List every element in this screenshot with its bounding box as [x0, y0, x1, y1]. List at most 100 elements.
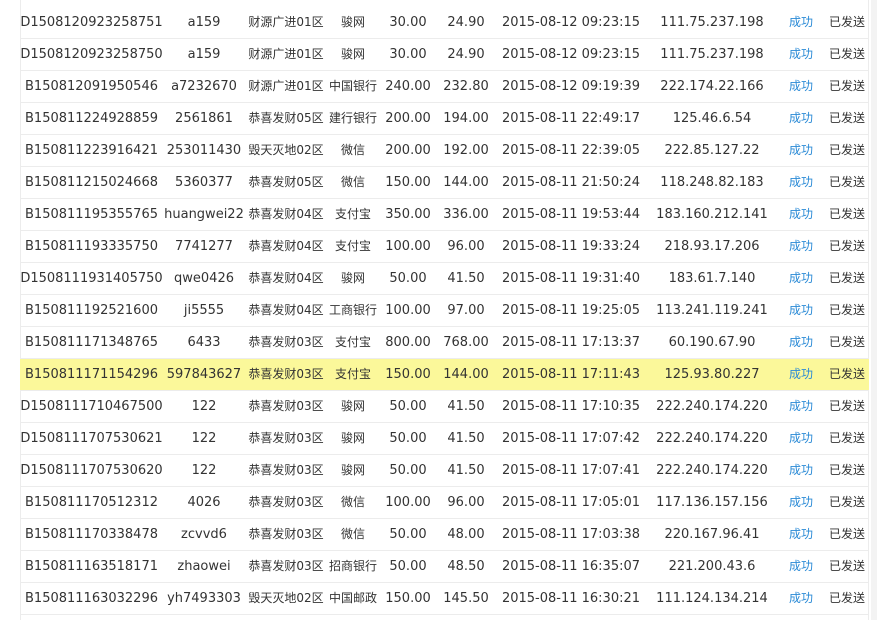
cell-time: 2015-08-11 19:31:40: [495, 262, 647, 295]
table-row[interactable]: B150811163032296 yh7493303 毁天灭地02区 中国邮政 150.…: [20, 582, 869, 615]
cell-paid: 97.00: [437, 294, 495, 327]
cell-ip: 218.93.17.206: [647, 230, 777, 263]
cell-status[interactable]: 成功: [777, 38, 825, 71]
cell-channel: 支付宝: [327, 198, 379, 231]
cell-status[interactable]: 成功: [777, 550, 825, 583]
cell-server: 恭喜发财04区: [245, 262, 327, 295]
cell-channel: 建行银行: [327, 102, 379, 135]
table-row[interactable]: B150811171154296 597843627 恭喜发财03区 支付宝 150.0…: [20, 358, 869, 391]
cell-channel: 骏网: [327, 390, 379, 423]
cell-status[interactable]: 成功: [777, 166, 825, 199]
cell-delivery: 已发送: [825, 230, 869, 263]
cell-server: 财源广进01区: [245, 70, 327, 103]
cell-server: 恭喜发财05区: [245, 102, 327, 135]
cell-amount: 150.00: [379, 166, 437, 199]
cell-status[interactable]: 成功: [777, 390, 825, 423]
cell-ip: 222.240.174.220: [647, 390, 777, 423]
cell-delivery: 已发送: [825, 550, 869, 583]
cell-status[interactable]: 成功: [777, 294, 825, 327]
cell-ip: 222.174.22.166: [647, 70, 777, 103]
cell-ip: 183.160.212.141: [647, 198, 777, 231]
cell-status[interactable]: 成功: [777, 518, 825, 551]
cell-amount: 200.00: [379, 134, 437, 167]
cell-time: 2015-08-11 22:39:05: [495, 134, 647, 167]
table-row[interactable]: B150811193335750 7741277 恭喜发财04区 支付宝 100.00 9…: [20, 230, 869, 263]
cell-server: 恭喜发财03区: [245, 454, 327, 487]
cell-delivery: 已发送: [825, 294, 869, 327]
cell-order-id: D1508111707530620: [20, 454, 163, 487]
cell-channel: 微信: [327, 134, 379, 167]
cell-paid: 41.50: [437, 262, 495, 295]
cell-paid: 768.00: [437, 326, 495, 359]
cell-account: 122: [163, 422, 245, 455]
table-row[interactable]: D1508111707530620 122 恭喜发财03区 骏网 50.00 41.50 2…: [20, 454, 869, 487]
table-row[interactable]: D1508111707530621 122 恭喜发财03区 骏网 50.00 41.50 2…: [20, 422, 869, 455]
cell-order-id: B150811163032296: [20, 582, 163, 615]
cell-time: 2015-08-11 16:30:21: [495, 582, 647, 615]
table-row[interactable]: D1508120923258750 a159 财源广进01区 骏网 30.00 24.90…: [20, 38, 869, 71]
table-row[interactable]: B150811195355765 huangwei22 恭喜发财04区 支付宝 350.…: [20, 198, 869, 231]
cell-account: 122: [163, 390, 245, 423]
cell-channel: 骏网: [327, 7, 379, 39]
cell-delivery: 已发送: [825, 326, 869, 359]
table-row[interactable]: D1508111931405750 qwe0426 恭喜发财04区 骏网 50.00 41…: [20, 262, 869, 295]
cell-order-id: B150811215024668: [20, 166, 163, 199]
cell-paid: 24.90: [437, 7, 495, 39]
table-row[interactable]: B150811192521600 ji5555 恭喜发财04区 工商银行 100.00 9…: [20, 294, 869, 327]
orders-table-body: D1508120923258751 a159 财源广进01区 骏网 30.00 24.90…: [20, 7, 869, 615]
cell-delivery: 已发送: [825, 518, 869, 551]
scrollbar-track[interactable]: [871, 0, 877, 620]
cell-channel: 骏网: [327, 454, 379, 487]
cell-ip: 183.61.7.140: [647, 262, 777, 295]
table-row[interactable]: B150811224928859 2561861 恭喜发财05区 建行银行 200.00…: [20, 102, 869, 135]
cell-ip: 111.75.237.198: [647, 38, 777, 71]
table-row[interactable]: B150811223916421 253011430 毁天灭地02区 微信 200.00…: [20, 134, 869, 167]
cell-status[interactable]: 成功: [777, 262, 825, 295]
cell-channel: 招商银行: [327, 550, 379, 583]
table-row[interactable]: B150811170338478 zcvvd6 恭喜发财03区 微信 50.00 48.0…: [20, 518, 869, 551]
cell-amount: 100.00: [379, 294, 437, 327]
table-row[interactable]: B150811171348765 6433 恭喜发财03区 支付宝 800.00 768.…: [20, 326, 869, 359]
cell-status[interactable]: 成功: [777, 102, 825, 135]
cell-channel: 微信: [327, 166, 379, 199]
cell-amount: 350.00: [379, 198, 437, 231]
cell-time: 2015-08-11 19:25:05: [495, 294, 647, 327]
table-row[interactable]: B150812091950546 a7232670 财源广进01区 中国银行 240.0…: [20, 70, 869, 103]
cell-order-id: D1508111707530621: [20, 422, 163, 455]
orders-table: D1508120923258751 a159 财源广进01区 骏网 30.00 24.90…: [20, 7, 869, 615]
table-row[interactable]: D1508120923258751 a159 财源广进01区 骏网 30.00 24.90…: [20, 7, 869, 39]
cell-order-id: B150812091950546: [20, 70, 163, 103]
cell-ip: 118.248.82.183: [647, 166, 777, 199]
cell-status[interactable]: 成功: [777, 582, 825, 615]
cell-status[interactable]: 成功: [777, 358, 825, 391]
cell-server: 恭喜发财04区: [245, 230, 327, 263]
cell-account: 7741277: [163, 230, 245, 263]
table-row[interactable]: D1508111710467500 122 恭喜发财03区 骏网 50.00 41.50 2…: [20, 390, 869, 423]
table-row[interactable]: B150811215024668 5360377 恭喜发财05区 微信 150.00 14…: [20, 166, 869, 199]
cell-order-id: B150811192521600: [20, 294, 163, 327]
cell-time: 2015-08-11 22:49:17: [495, 102, 647, 135]
cell-account: huangwei22: [163, 198, 245, 231]
cell-account: a7232670: [163, 70, 245, 103]
cell-account: 597843627: [163, 358, 245, 391]
cell-server: 恭喜发财03区: [245, 390, 327, 423]
cell-status[interactable]: 成功: [777, 326, 825, 359]
table-row[interactable]: B150811170512312 4026 恭喜发财03区 微信 100.00 96.00…: [20, 486, 869, 519]
cell-status[interactable]: 成功: [777, 134, 825, 167]
cell-status[interactable]: 成功: [777, 422, 825, 455]
table-row[interactable]: B150811163518171 zhaowei 恭喜发财03区 招商银行 50.00 4…: [20, 550, 869, 583]
cell-delivery: 已发送: [825, 198, 869, 231]
cell-status[interactable]: 成功: [777, 198, 825, 231]
cell-amount: 30.00: [379, 7, 437, 39]
cell-server: 恭喜发财03区: [245, 358, 327, 391]
cell-order-id: D1508111710467500: [20, 390, 163, 423]
cell-paid: 24.90: [437, 38, 495, 71]
cell-status[interactable]: 成功: [777, 70, 825, 103]
cell-status[interactable]: 成功: [777, 486, 825, 519]
cell-channel: 中国银行: [327, 70, 379, 103]
cell-status[interactable]: 成功: [777, 230, 825, 263]
cell-status[interactable]: 成功: [777, 454, 825, 487]
cell-time: 2015-08-11 17:13:37: [495, 326, 647, 359]
cell-status[interactable]: 成功: [777, 7, 825, 39]
cell-amount: 50.00: [379, 390, 437, 423]
